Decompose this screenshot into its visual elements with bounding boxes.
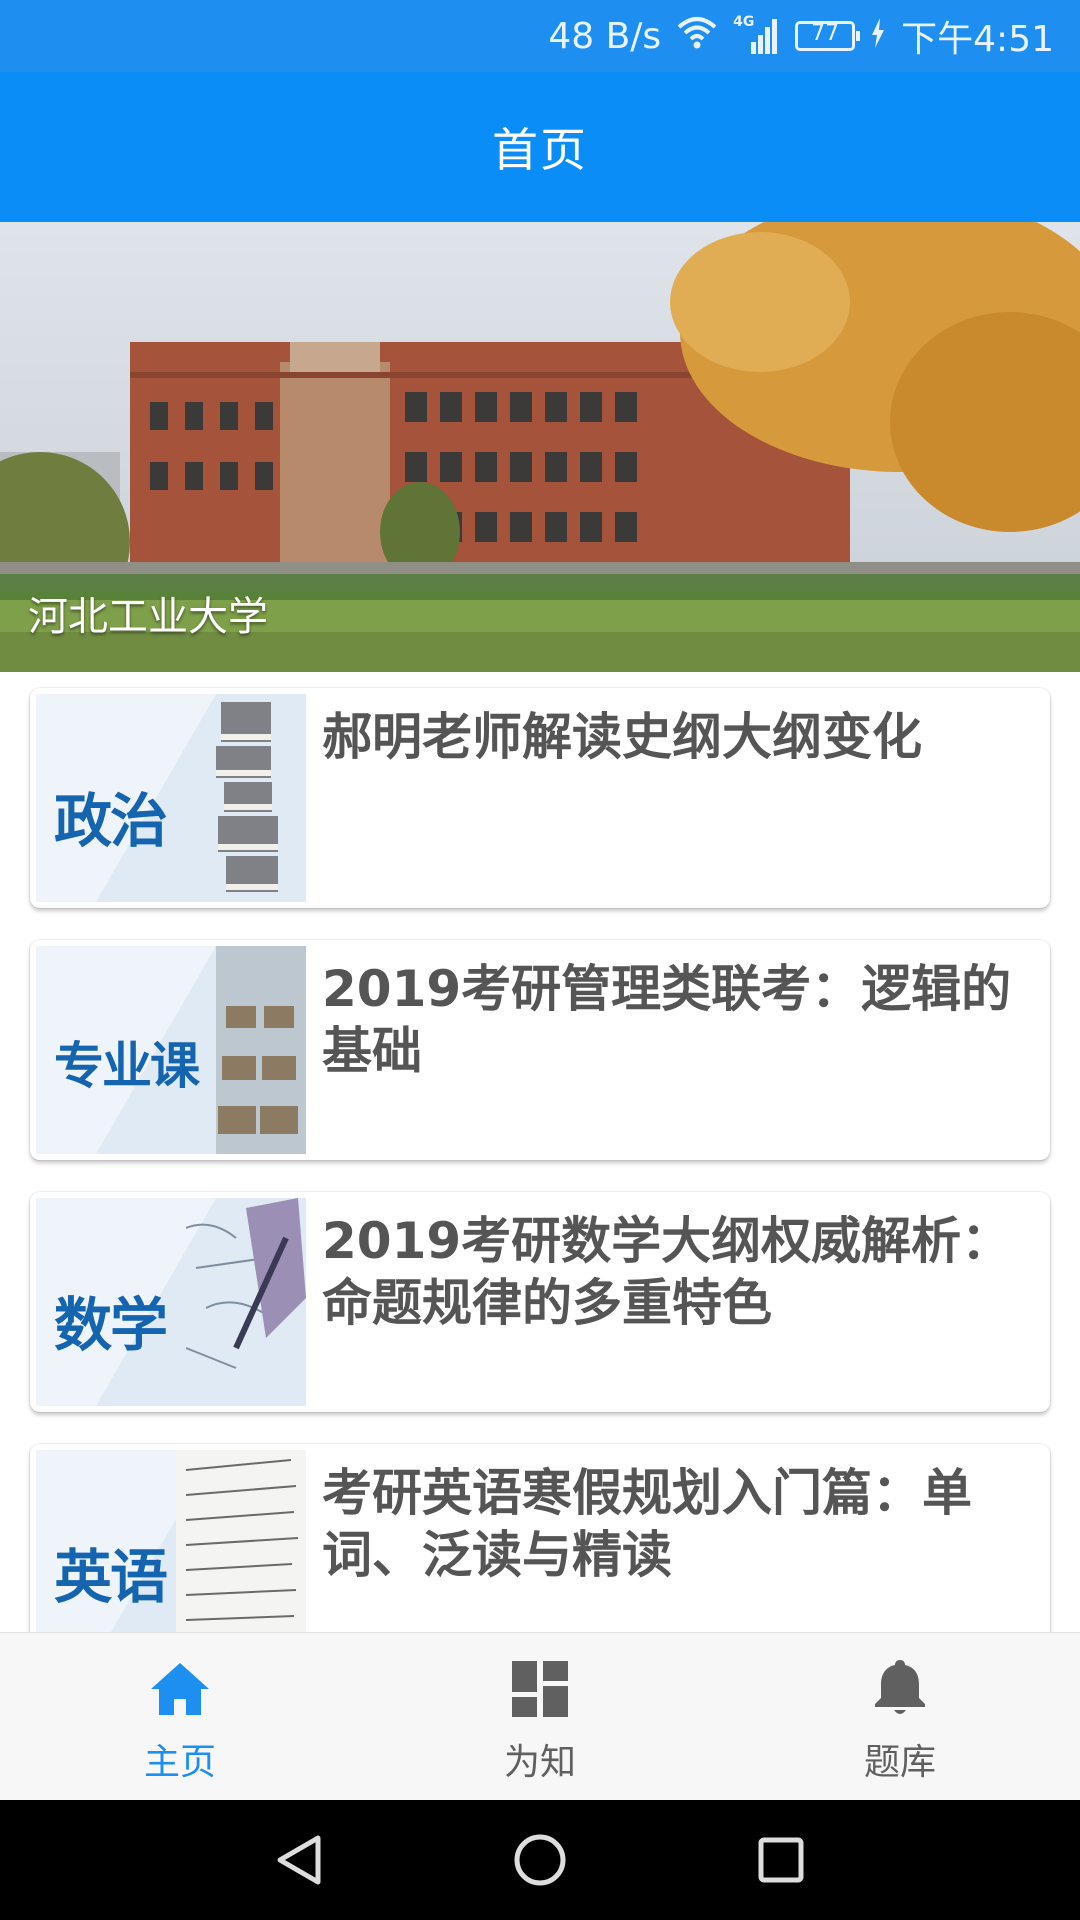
article-title[interactable]: 2019考研数学大纲权威解析：命题规律的多重特色 [322,1210,1032,1334]
charging-icon [871,16,885,57]
tab-weizhi[interactable]: 为知 [420,1633,660,1801]
banner-caption: 河北工业大学 [28,594,268,640]
article-thumbnail: 英语 [36,1450,306,1632]
system-navigation-bar [0,1800,1080,1920]
article-title[interactable]: 郝明老师解读史纲大纲变化 [322,706,1032,768]
article-card[interactable]: 政治 郝明老师解读史纲大纲变化 [30,688,1050,908]
app-bar: 首页 [0,72,1080,222]
thumbnail-label: 政治 [54,787,168,855]
tab-label: 题库 [863,1742,936,1783]
battery-level: 77 [811,21,840,46]
recents-icon[interactable] [758,1837,804,1883]
wifi-icon [677,15,717,58]
thumbnail-label: 数学 [54,1291,168,1359]
article-thumbnail: 数学 [36,1198,306,1406]
thumbnail-label: 专业课 [54,1037,200,1095]
article-card[interactable]: 数学 2019考研数学大纲权威解析：命题规律的多重特色 [30,1192,1050,1412]
article-thumbnail: 政治 [36,694,306,902]
home-icon [149,1659,211,1719]
article-list[interactable]: 政治 郝明老师解读史纲大纲变化 专业课 2019考研管理类联考：逻辑的基础 数学… [0,672,1080,1632]
article-thumbnail: 专业课 [36,946,306,1154]
bell-icon [874,1659,926,1719]
tab-label: 为知 [503,1742,576,1783]
tab-tiku[interactable]: 题库 [780,1633,1020,1801]
back-icon[interactable] [277,1835,321,1885]
article-card[interactable]: 英语 考研英语寒假规划入门篇：单词、泛读与精读 [30,1444,1050,1632]
tab-home[interactable]: 主页 [60,1633,300,1801]
home-circle-icon[interactable] [514,1834,566,1886]
page-title: 首页 [492,123,588,177]
article-card[interactable]: 专业课 2019考研管理类联考：逻辑的基础 [30,940,1050,1160]
status-bar: 48 B/s 4G 77 下午4:51 [0,0,1080,72]
article-title[interactable]: 2019考研管理类联考：逻辑的基础 [322,958,1032,1082]
thumbnail-label: 英语 [54,1543,168,1611]
clock: 下午4:51 [901,19,1054,60]
dashboard-icon [512,1659,568,1719]
bottom-navigation: 主页 为知 题库 [0,1632,1080,1801]
article-title[interactable]: 考研英语寒假规划入门篇：单词、泛读与精读 [322,1462,1032,1586]
battery-icon: 77 [795,21,861,51]
status-indicators: 48 B/s 4G 77 下午4:51 [548,14,1054,60]
network-speed: 48 B/s [548,15,662,57]
tab-label: 主页 [143,1742,216,1783]
cellular-signal-icon: 4G [733,14,779,56]
